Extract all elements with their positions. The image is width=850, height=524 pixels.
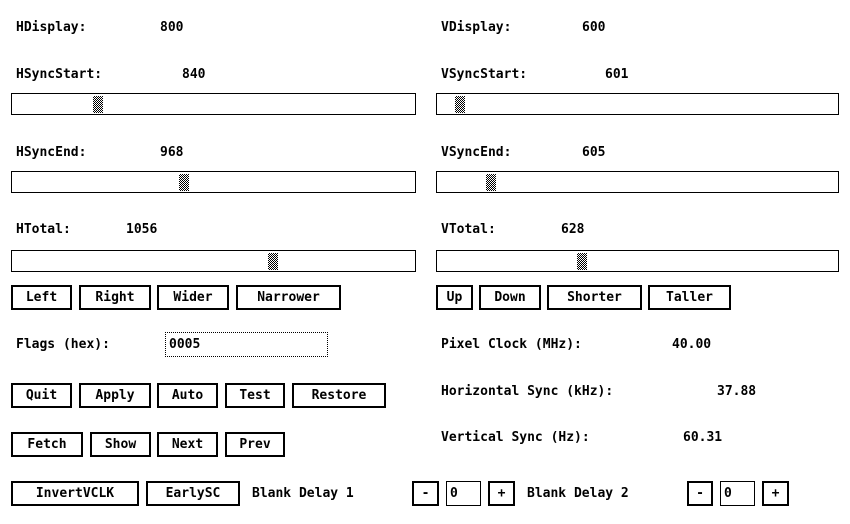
slider-thumb[interactable]: [486, 174, 496, 191]
hdisplay-value: 800: [160, 20, 184, 35]
hdisplay-label: HDisplay:: [16, 20, 87, 35]
slider-thumb[interactable]: [93, 96, 103, 113]
restore-button[interactable]: Restore: [291, 382, 387, 409]
vsyncend-value: 605: [582, 145, 606, 160]
blank-delay-1-decrement[interactable]: -: [411, 480, 440, 507]
htotal-label: HTotal:: [16, 222, 71, 237]
hsyncend-label: HSyncEnd:: [16, 145, 87, 160]
up-button[interactable]: Up: [435, 284, 474, 311]
invertvclk-button[interactable]: InvertVCLK: [10, 480, 140, 507]
vsyncend-slider[interactable]: [436, 171, 839, 193]
blank-delay-2-value: 0: [724, 486, 732, 501]
vsyncstart-value: 601: [605, 67, 629, 82]
blank-delay-2-input[interactable]: 0: [720, 481, 755, 506]
vsync-label: Vertical Sync (Hz):: [441, 430, 590, 445]
hsync-label: Horizontal Sync (kHz):: [441, 384, 614, 399]
vtotal-label: VTotal:: [441, 222, 496, 237]
apply-button[interactable]: Apply: [78, 382, 152, 409]
vdisplay-value: 600: [582, 20, 606, 35]
vsyncend-label: VSyncEnd:: [441, 145, 512, 160]
hsyncstart-slider[interactable]: [11, 93, 416, 115]
vdisplay-label: VDisplay:: [441, 20, 512, 35]
vtotal-slider[interactable]: [436, 250, 839, 272]
quit-button[interactable]: Quit: [10, 382, 73, 409]
pixel-clock-value: 40.00: [672, 337, 712, 352]
blank-delay-2-increment[interactable]: +: [761, 480, 790, 507]
left-button[interactable]: Left: [10, 284, 73, 311]
htotal-slider[interactable]: [11, 250, 416, 272]
htotal-value: 1056: [126, 222, 158, 237]
flags-input[interactable]: 0005: [165, 332, 328, 357]
narrower-button[interactable]: Narrower: [235, 284, 342, 311]
hsyncstart-label: HSyncStart:: [16, 67, 103, 82]
prev-button[interactable]: Prev: [224, 431, 286, 458]
fetch-button[interactable]: Fetch: [10, 431, 84, 458]
blank-delay-2-label: Blank Delay 2: [527, 486, 629, 501]
hsync-value: 37.88: [717, 384, 757, 399]
test-button[interactable]: Test: [224, 382, 286, 409]
vsync-value: 60.31: [683, 430, 723, 445]
show-button[interactable]: Show: [89, 431, 152, 458]
flags-label: Flags (hex):: [16, 337, 110, 352]
hsyncend-value: 968: [160, 145, 184, 160]
right-button[interactable]: Right: [78, 284, 152, 311]
shorter-button[interactable]: Shorter: [546, 284, 643, 311]
blank-delay-1-input[interactable]: 0: [446, 481, 481, 506]
next-button[interactable]: Next: [156, 431, 219, 458]
flags-value: 0005: [169, 337, 201, 352]
slider-thumb[interactable]: [577, 253, 587, 270]
slider-thumb[interactable]: [179, 174, 189, 191]
blank-delay-2-decrement[interactable]: -: [686, 480, 714, 507]
vsyncstart-label: VSyncStart:: [441, 67, 528, 82]
vtotal-value: 628: [561, 222, 585, 237]
hsyncend-slider[interactable]: [11, 171, 416, 193]
blank-delay-1-increment[interactable]: +: [487, 480, 516, 507]
auto-button[interactable]: Auto: [156, 382, 219, 409]
pixel-clock-label: Pixel Clock (MHz):: [441, 337, 582, 352]
down-button[interactable]: Down: [478, 284, 542, 311]
wider-button[interactable]: Wider: [156, 284, 230, 311]
slider-thumb[interactable]: [268, 253, 278, 270]
hsyncstart-value: 840: [182, 67, 206, 82]
earlysc-button[interactable]: EarlySC: [145, 480, 241, 507]
blank-delay-1-label: Blank Delay 1: [252, 486, 354, 501]
taller-button[interactable]: Taller: [647, 284, 732, 311]
blank-delay-1-value: 0: [450, 486, 458, 501]
slider-thumb[interactable]: [455, 96, 465, 113]
vsyncstart-slider[interactable]: [436, 93, 839, 115]
